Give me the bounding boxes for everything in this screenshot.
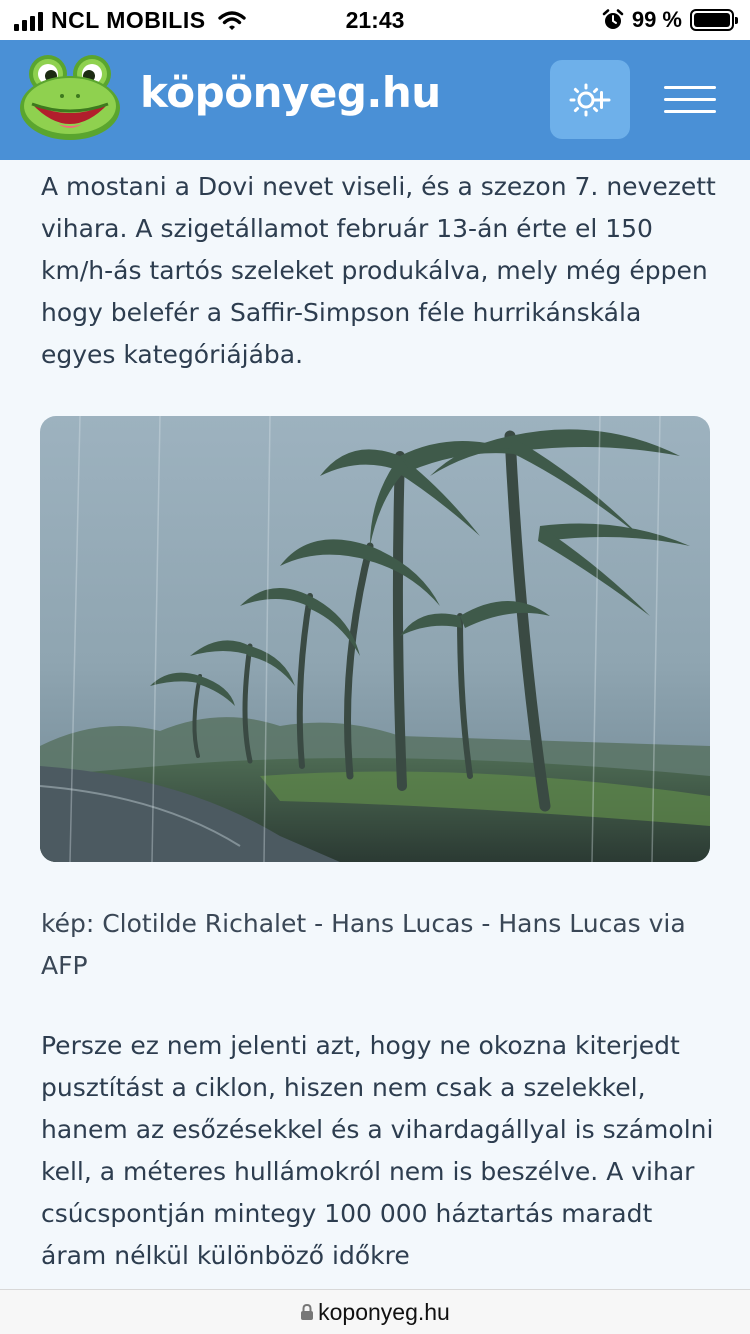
sun-plus-icon [569, 83, 611, 116]
article-body: A mostani a Dovi nevet viseli, és a szez… [41, 166, 721, 376]
article-paragraph-2: Persze ez nem jelenti azt, hogy ne okozn… [41, 1031, 714, 1270]
storm-palm-trees-photo-icon [40, 416, 710, 862]
theme-toggle-button[interactable] [550, 60, 630, 139]
status-bar: NCL MOBILIS 21:43 99 % [0, 0, 750, 40]
site-header: köpönyeg.hu [0, 40, 750, 160]
battery-icon [690, 9, 738, 31]
site-name[interactable]: köpönyeg.hu [140, 68, 441, 117]
status-right: 99 % [602, 7, 738, 33]
alarm-icon [602, 9, 624, 29]
photo-caption: kép: Clotilde Richalet - Hans Lucas - Ha… [41, 909, 686, 980]
article-paragraph-1: A mostani a Dovi nevet viseli, és a szez… [41, 172, 716, 369]
battery-percent: 99 % [631, 7, 682, 32]
lock-icon [301, 1303, 314, 1320]
hamburger-menu-icon[interactable] [660, 80, 718, 120]
url-bar[interactable]: koponyeg.hu [0, 1289, 750, 1334]
article-photo[interactable] [40, 416, 710, 862]
frog-logo-icon[interactable] [18, 52, 122, 142]
page: NCL MOBILIS 21:43 99 % köpönyeg.hu A mos… [0, 0, 750, 1334]
battery-fill [694, 13, 730, 27]
url-text[interactable]: koponyeg.hu [318, 1299, 450, 1326]
